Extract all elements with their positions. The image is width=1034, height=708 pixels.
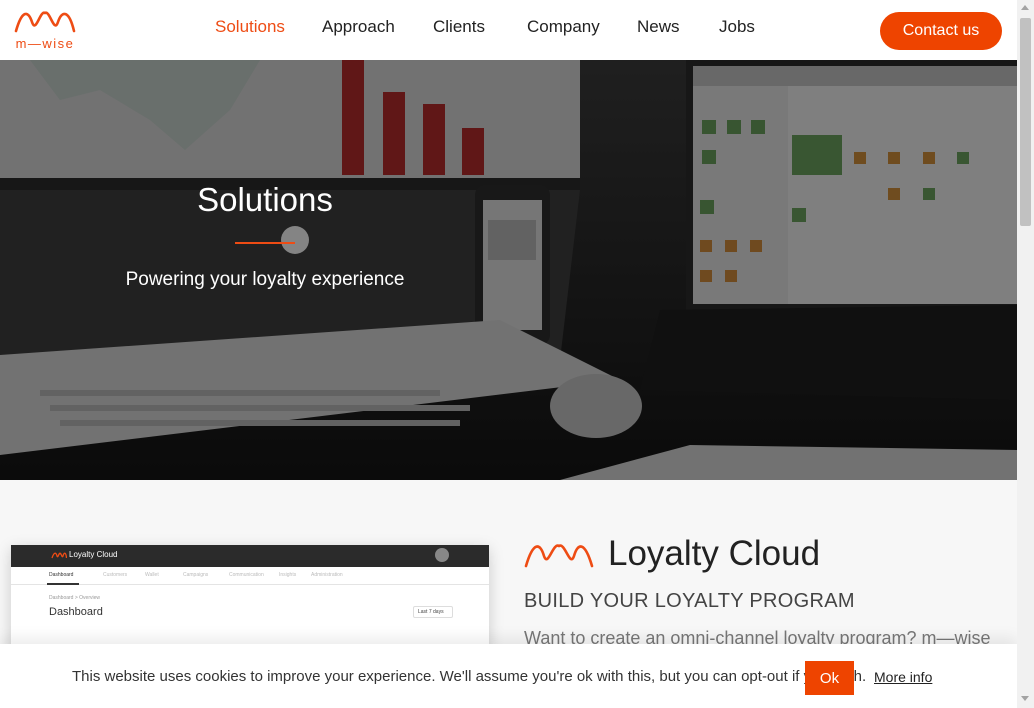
vertical-scrollbar[interactable] [1017,0,1034,708]
nav-approach[interactable]: Approach [322,17,395,37]
dashboard-tab: Dashboard [49,572,74,578]
site-header: m—wise Solutions Approach Clients Compan… [0,0,1017,60]
scrollbar-thumb[interactable] [1020,18,1031,226]
date-range-select: Last 7 days [413,606,453,618]
logo-wave-icon [14,11,76,33]
cookie-more-info-link[interactable]: More info [874,669,932,685]
hero-banner: Solutions Powering your loyalty experien… [0,60,1017,480]
hero-subtitle: Powering your loyalty experience [125,269,405,290]
dashboard-title: Dashboard [49,606,103,618]
nav-solutions[interactable]: Solutions [215,17,285,37]
cookie-ok-button[interactable]: Ok [805,661,854,695]
cookie-message: This website uses cookies to improve you… [72,668,867,685]
dashboard-topbar: Loyalty Cloud [11,545,489,567]
dashboard-screenshot: Loyalty Cloud Dashboard Customers Wallet… [11,545,489,655]
cookie-banner: This website uses cookies to improve you… [0,644,1017,708]
logo-text: m—wise [15,36,75,51]
product-title: Loyalty Cloud [608,534,821,573]
dashboard-tab: Wallet [145,572,159,578]
nav-jobs[interactable]: Jobs [719,17,755,37]
dashboard-brand: Loyalty Cloud [69,550,118,559]
dashboard-tab: Administration [311,572,343,578]
dashboard-logo-icon [51,552,67,559]
nav-company[interactable]: Company [527,17,600,37]
dashboard-tabs: Dashboard Customers Wallet Campaigns Com… [11,567,489,585]
loyalty-cloud-wave-icon [524,544,594,568]
avatar [435,548,449,562]
breadcrumb: Dashboard > Overview [49,595,100,601]
mwise-logo[interactable]: m—wise [14,8,76,51]
dashboard-tab: Insights [279,572,297,578]
dashboard-tab: Communication [229,572,264,578]
dashboard-tab: Customers [103,572,128,578]
product-subtitle: BUILD YOUR LOYALTY PROGRAM [524,590,855,612]
scroll-down-arrow-icon[interactable] [1021,696,1029,701]
active-tab-underline [47,583,79,585]
hero-divider [235,242,295,244]
nav-news[interactable]: News [637,17,680,37]
scroll-up-arrow-icon[interactable] [1021,5,1029,10]
nav-clients[interactable]: Clients [433,17,485,37]
dashboard-tab: Campaigns [183,572,209,578]
contact-us-button[interactable]: Contact us [880,12,1002,50]
hero-title: Solutions [197,181,333,218]
